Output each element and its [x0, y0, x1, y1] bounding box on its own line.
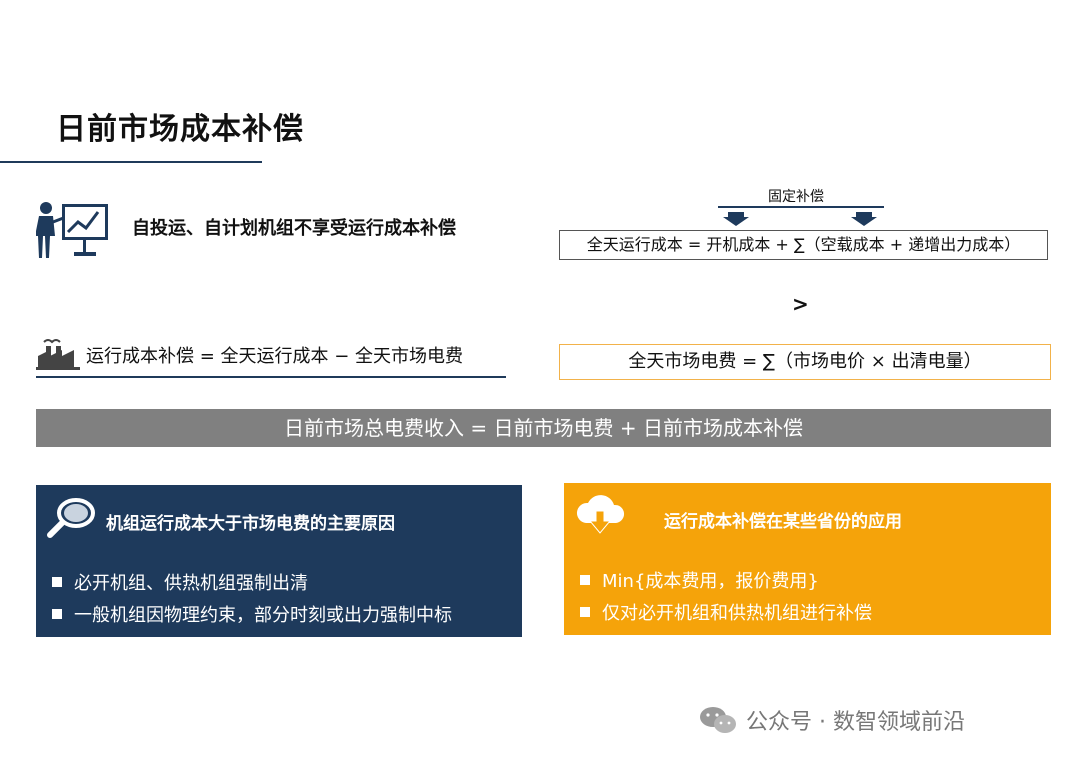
daily-running-cost-formula: 全天运行成本 = 开机成本 + ∑（空载成本 + 递增出力成本） [559, 230, 1048, 260]
fixed-compensation-bracket [718, 206, 884, 226]
fixed-compensation-label: 固定补偿 [768, 189, 824, 205]
formula-underline [36, 376, 506, 378]
list-item: Min{成本费用，报价费用} [580, 567, 819, 593]
total-revenue-bar: 日前市场总电费收入 = 日前市场电费 + 日前市场成本补偿 [36, 409, 1051, 447]
application-heading: 运行成本补偿在某些省份的应用 [664, 512, 902, 532]
reasons-panel: 机组运行成本大于市场电费的主要原因 必开机组、供热机组强制出清 一般机组因物理约… [36, 485, 522, 637]
arrow-down-icon [723, 212, 749, 226]
page-title: 日前市场成本补偿 [56, 112, 304, 147]
arrow-down-icon [851, 212, 877, 226]
wechat-icon [700, 707, 736, 733]
bullet-square-icon [52, 609, 62, 619]
list-item: 一般机组因物理约束，部分时刻或出力强制中标 [52, 601, 452, 627]
bullet-square-icon [580, 607, 590, 617]
list-item: 仅对必开机组和供热机组进行补偿 [580, 599, 872, 625]
bullet-square-icon [580, 575, 590, 585]
bullet-square-icon [52, 577, 62, 587]
watermark: 公众号 · 数智领域前沿 [698, 704, 965, 736]
magnifier-icon [47, 498, 95, 538]
factory-icon [36, 339, 80, 370]
running-cost-compensation-formula: 运行成本补偿 = 全天运行成本 − 全天市场电费 [86, 346, 464, 367]
self-dispatch-note: 自投运、自计划机组不享受运行成本补偿 [132, 218, 456, 239]
list-item: 必开机组、供热机组强制出清 [52, 569, 308, 595]
daily-market-fee-formula: 全天市场电费 = ∑（市场电价 × 出清电量） [559, 344, 1051, 380]
cloud-download-icon [576, 495, 625, 534]
greater-than-symbol: > [792, 292, 809, 316]
application-panel: 运行成本补偿在某些省份的应用 Min{成本费用，报价费用} 仅对必开机组和供热机… [564, 483, 1051, 635]
presenter-icon [36, 202, 108, 258]
title-divider [0, 161, 262, 163]
reasons-heading: 机组运行成本大于市场电费的主要原因 [106, 514, 395, 534]
